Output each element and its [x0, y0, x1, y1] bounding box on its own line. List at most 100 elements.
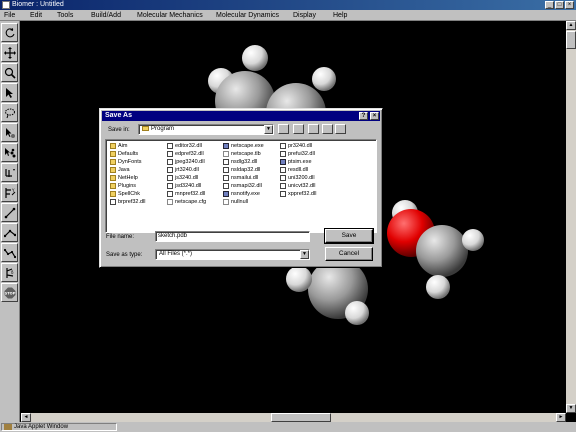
vertical-scrollbar[interactable]: ▲ ▼ — [566, 21, 576, 413]
file-icon — [280, 167, 286, 173]
select-arrow-icon[interactable] — [1, 83, 18, 102]
list-item[interactable]: ptsim.exe — [279, 158, 316, 166]
translate-icon[interactable] — [1, 43, 18, 62]
list-item[interactable]: jrt3240.dll — [166, 166, 206, 174]
vertical-scroll-thumb[interactable] — [566, 31, 576, 49]
list-item[interactable]: unicvt32.dll — [279, 182, 316, 190]
file-list[interactable]: Aim Defaults DynFonts Java NetHelp Plugins Spe… — [105, 139, 377, 233]
up-folder-icon[interactable] — [278, 124, 289, 134]
menu-help[interactable]: Help — [333, 12, 347, 20]
torsion-icon[interactable] — [1, 243, 18, 262]
horizontal-scrollbar[interactable]: ◄ ► — [21, 413, 566, 422]
hydrogen-atom[interactable] — [242, 45, 268, 71]
list-item[interactable]: netscape.tlb — [222, 150, 264, 158]
scroll-left-icon[interactable]: ◄ — [21, 413, 31, 422]
new-folder-icon[interactable] — [308, 124, 319, 134]
list-item[interactable]: prefui32.dll — [279, 150, 316, 158]
menu-molecular-mechanics[interactable]: Molecular Mechanics — [137, 12, 203, 20]
chevron-down-icon[interactable]: ▼ — [300, 250, 309, 259]
file-name: ptsim.exe — [288, 159, 312, 165]
list-item[interactable]: nsmailui.dll — [222, 174, 264, 182]
list-item[interactable]: brpref32.dll — [109, 198, 146, 206]
scroll-down-icon[interactable]: ▼ — [566, 404, 576, 413]
menu-file[interactable]: File — [4, 12, 15, 20]
save-in-dropdown[interactable]: Program ▼ — [138, 124, 274, 135]
list-item[interactable]: Java — [109, 166, 146, 174]
list-item[interactable]: nsnotify.exe — [222, 190, 264, 198]
help-button[interactable]: ? — [359, 112, 368, 120]
list-item[interactable]: nsmapi32.dll — [222, 182, 264, 190]
list-item[interactable]: nsdlg32.dll — [222, 158, 264, 166]
zoom-icon[interactable] — [1, 63, 18, 82]
desktop-icon[interactable] — [293, 124, 304, 134]
hydrogen-atom[interactable] — [462, 229, 484, 251]
close-button[interactable]: × — [565, 1, 574, 9]
menu-build-add[interactable]: Build/Add — [91, 12, 121, 20]
list-item[interactable]: pr3240.dll — [279, 142, 316, 150]
ring-tool-icon[interactable]: Y — [1, 183, 18, 202]
list-item[interactable]: nsldap32.dll — [222, 166, 264, 174]
list-item[interactable]: xppref32.dll — [279, 190, 316, 198]
hydrogen-atom[interactable] — [345, 301, 369, 325]
list-item[interactable]: SpellChk — [109, 190, 146, 198]
list-item[interactable]: jpeg3240.dll — [166, 158, 206, 166]
file-icon — [167, 191, 173, 197]
hydrogen-atom[interactable] — [286, 266, 312, 292]
stop-icon[interactable]: STOP — [1, 283, 18, 302]
file-icon — [223, 151, 229, 157]
file-icon — [167, 167, 173, 173]
menu-edit[interactable]: Edit — [30, 12, 42, 20]
scroll-right-icon[interactable]: ► — [556, 413, 566, 422]
menu-tools[interactable]: Tools — [57, 12, 73, 20]
list-item[interactable]: DynFonts — [109, 158, 146, 166]
menu-molecular-dynamics[interactable]: Molecular Dynamics — [216, 12, 279, 20]
list-item[interactable]: Plugins — [109, 182, 146, 190]
cancel-button[interactable]: Cancel — [325, 247, 373, 261]
file-name-field[interactable]: sketch.pdb — [155, 231, 310, 242]
save-button[interactable]: Save — [324, 228, 374, 244]
hydrogen-atom[interactable] — [312, 67, 336, 91]
lasso-icon[interactable] — [1, 103, 18, 122]
hydrogen-atom[interactable] — [426, 275, 450, 299]
svg-text:Y: Y — [11, 188, 15, 193]
chevron-down-icon[interactable]: ▼ — [264, 125, 273, 134]
charge-icon[interactable]: δ — [1, 263, 18, 282]
measure-distance-icon[interactable] — [1, 203, 18, 222]
list-view-icon[interactable] — [322, 124, 333, 134]
file-name: Defaults — [118, 151, 139, 157]
bond-tool-icon[interactable] — [1, 163, 18, 182]
carbon-atom[interactable] — [416, 225, 468, 277]
file-name-label: File name: — [106, 234, 135, 240]
save-as-type-dropdown[interactable]: All Files (*.*) ▼ — [155, 249, 310, 260]
list-item[interactable]: netscape.exe — [222, 142, 264, 150]
list-item[interactable]: editor32.dll — [166, 142, 206, 150]
list-item[interactable]: uni3200.dll — [279, 174, 316, 182]
list-item[interactable]: NetHelp — [109, 174, 146, 182]
minimize-button[interactable]: _ — [545, 1, 554, 9]
save-in-value: Program — [151, 126, 175, 132]
list-item[interactable]: resdll.dll — [279, 166, 316, 174]
file-icon — [110, 199, 116, 205]
measure-angle-icon[interactable] — [1, 223, 18, 242]
list-item[interactable]: Defaults — [109, 150, 146, 158]
list-item[interactable]: nullnull — [222, 198, 264, 206]
dialog-close-button[interactable]: × — [370, 112, 379, 120]
list-item[interactable]: Aim — [109, 142, 146, 150]
file-icon — [167, 199, 173, 205]
window-titlebar[interactable]: Biomer : Untitled _ □ × — [0, 0, 576, 10]
dialog-titlebar[interactable]: Save As ? × — [102, 111, 380, 121]
horizontal-scroll-thumb[interactable] — [271, 413, 331, 422]
list-item[interactable]: jsd3240.dll — [166, 182, 206, 190]
maximize-button[interactable]: □ — [555, 1, 564, 9]
list-item[interactable]: js3240.dll — [166, 174, 206, 182]
atom-add-icon[interactable] — [1, 123, 18, 142]
rotate-icon[interactable] — [1, 23, 18, 42]
file-icon — [167, 151, 173, 157]
menu-display[interactable]: Display — [293, 12, 316, 20]
list-item[interactable]: edpref32.dll — [166, 150, 206, 158]
group-add-icon[interactable] — [1, 143, 18, 162]
scroll-up-icon[interactable]: ▲ — [566, 21, 576, 30]
list-item[interactable]: netscape.cfg — [166, 198, 206, 206]
list-item[interactable]: mnpref32.dll — [166, 190, 206, 198]
details-view-icon[interactable] — [335, 124, 346, 134]
